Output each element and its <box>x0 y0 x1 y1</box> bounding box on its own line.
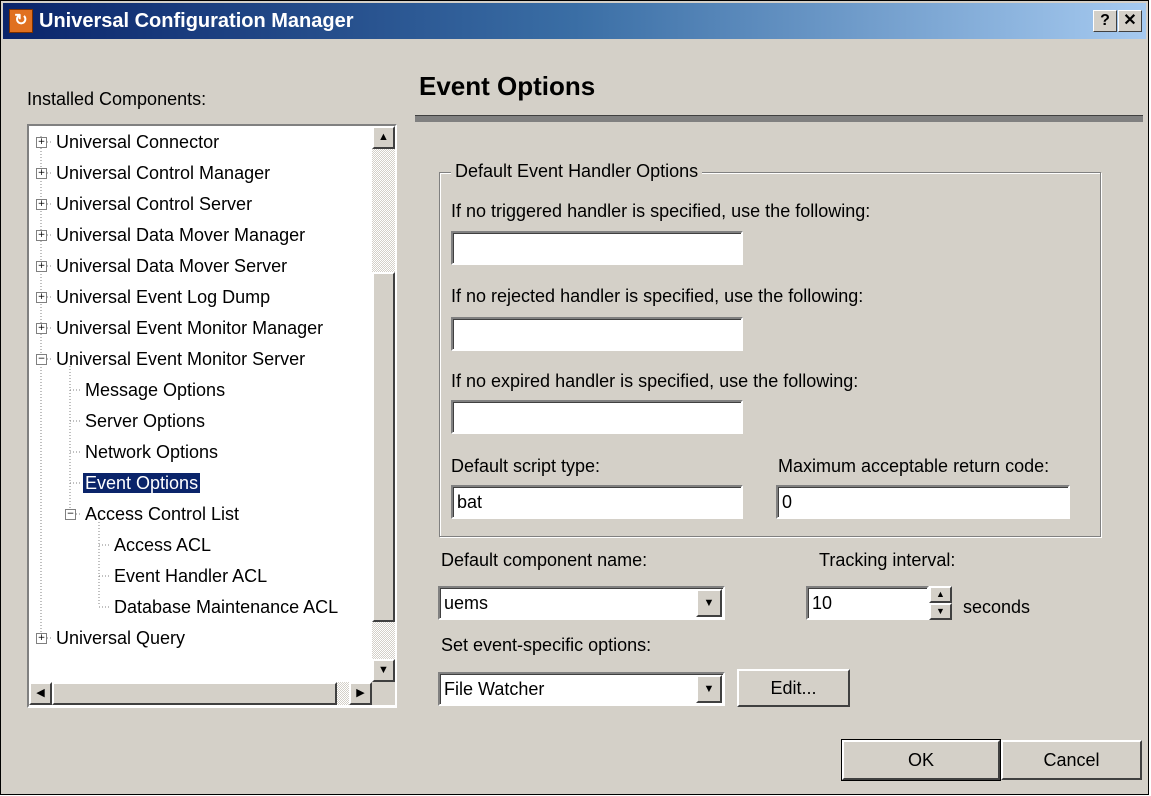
group-title: Default Event Handler Options <box>451 161 703 182</box>
tree-item-label: Universal Data Mover Manager <box>56 225 306 245</box>
tree-item-universal-query[interactable]: Universal Query <box>56 624 185 652</box>
max-return-code-label: Maximum acceptable return code: <box>778 456 1050 476</box>
tracking-interval-input[interactable]: 10 <box>806 586 929 620</box>
scroll-right-icon[interactable]: ▶ <box>349 682 372 705</box>
collapse-icon[interactable]: − <box>36 354 47 365</box>
triggered-handler-label: If no triggered handler is specified, us… <box>451 201 871 221</box>
event-type-select[interactable]: File Watcher ▼ <box>438 672 725 706</box>
horizontal-scrollbar[interactable]: ◀ ▶ <box>29 682 372 705</box>
spin-down-icon[interactable]: ▼ <box>929 603 952 620</box>
expired-handler-input[interactable] <box>451 400 743 434</box>
tree-item-database-maintenance-acl[interactable]: Database Maintenance ACL <box>114 593 338 621</box>
expand-icon[interactable]: + <box>36 323 47 334</box>
expand-icon[interactable]: + <box>36 137 47 148</box>
tree-item-label: Universal Event Monitor Server <box>56 349 306 369</box>
tree-item-label: Universal Connector <box>56 132 220 152</box>
tree-item-network-options[interactable]: Network Options <box>85 438 218 466</box>
expired-handler-label: If no expired handler is specified, use … <box>451 371 859 391</box>
scroll-left-icon[interactable]: ◀ <box>29 682 52 705</box>
title-divider <box>415 115 1143 122</box>
app-icon: ↻ <box>9 9 33 33</box>
cancel-button[interactable]: Cancel <box>1001 740 1142 780</box>
component-tree[interactable]: + Universal Connector + Universal Contro… <box>27 124 397 708</box>
spin-up-icon[interactable]: ▲ <box>929 586 952 603</box>
expand-icon[interactable]: + <box>36 261 47 272</box>
chevron-down-icon[interactable]: ▼ <box>696 589 722 617</box>
script-type-label: Default script type: <box>451 456 601 476</box>
max-return-code-input[interactable]: 0 <box>776 485 1070 519</box>
tree-item-label: Universal Control Server <box>56 194 253 214</box>
tree-item-label: Access ACL <box>114 535 212 555</box>
scroll-down-icon[interactable]: ▼ <box>372 659 395 682</box>
event-type-value: File Watcher <box>444 679 545 699</box>
expand-icon[interactable]: + <box>36 168 47 179</box>
tree-item-universal-control-server[interactable]: Universal Control Server <box>56 190 252 218</box>
window-title: Universal Configuration Manager <box>39 10 354 32</box>
tree-item-universal-data-mover-server[interactable]: Universal Data Mover Server <box>56 252 287 280</box>
scroll-corner <box>372 682 395 705</box>
rejected-handler-label: If no rejected handler is specified, use… <box>451 286 864 306</box>
tree-item-label: Network Options <box>85 442 219 462</box>
rejected-handler-input[interactable] <box>451 317 743 351</box>
tree-item-label: Universal Event Log Dump <box>56 287 271 307</box>
ok-button[interactable]: OK <box>841 739 1001 781</box>
help-button[interactable]: ? <box>1093 10 1117 32</box>
tree-item-label: Event Handler ACL <box>114 566 268 586</box>
tree-item-event-options[interactable]: Event Options <box>83 469 201 497</box>
scroll-thumb[interactable] <box>372 272 395 622</box>
tree-item-label: Database Maintenance ACL <box>114 597 339 617</box>
tree-item-label: Universal Event Monitor Manager <box>56 318 324 338</box>
chevron-down-icon[interactable]: ▼ <box>696 675 722 703</box>
event-specific-label: Set event-specific options: <box>441 635 652 655</box>
vertical-scrollbar[interactable]: ▲ ▼ <box>372 126 395 682</box>
tree-item-universal-data-mover-manager[interactable]: Universal Data Mover Manager <box>56 221 305 249</box>
component-name-value: uems <box>444 593 489 613</box>
collapse-icon[interactable]: − <box>65 509 76 520</box>
component-name-select[interactable]: uems ▼ <box>438 586 725 620</box>
tracking-interval-label: Tracking interval: <box>819 550 956 570</box>
tree-item-universal-event-monitor-server[interactable]: Universal Event Monitor Server <box>56 345 305 373</box>
tree-item-universal-control-manager[interactable]: Universal Control Manager <box>56 159 270 187</box>
tracking-interval-spinner[interactable]: ▲ ▼ <box>929 586 952 620</box>
expand-icon[interactable]: + <box>36 230 47 241</box>
tree-item-access-acl[interactable]: Access ACL <box>114 531 211 559</box>
tree-item-label: Event Options <box>83 473 201 493</box>
tree-item-access-control-list[interactable]: Access Control List <box>85 500 239 528</box>
tree-item-message-options[interactable]: Message Options <box>85 376 225 404</box>
title-bar: ↻ Universal Configuration Manager ? ✕ <box>3 3 1146 39</box>
handler-options-group <box>439 172 1101 537</box>
tracking-unit-label: seconds <box>963 597 1031 617</box>
script-type-input[interactable]: bat <box>451 485 743 519</box>
scroll-up-icon[interactable]: ▲ <box>372 126 395 149</box>
installed-components-label: Installed Components: <box>27 89 207 109</box>
triggered-handler-input[interactable] <box>451 231 743 265</box>
tree-item-label: Universal Data Mover Server <box>56 256 288 276</box>
tree-item-label: Universal Control Manager <box>56 163 271 183</box>
tree-item-event-handler-acl[interactable]: Event Handler ACL <box>114 562 267 590</box>
close-button[interactable]: ✕ <box>1118 10 1142 32</box>
horizontal-scroll-thumb[interactable] <box>52 682 337 705</box>
tree-item-label: Access Control List <box>85 504 240 524</box>
tree-item-universal-connector[interactable]: Universal Connector <box>56 128 219 156</box>
expand-icon[interactable]: + <box>36 292 47 303</box>
tree-content: + Universal Connector + Universal Contro… <box>29 126 374 682</box>
expand-icon[interactable]: + <box>36 633 47 644</box>
tree-item-label: Universal Query <box>56 628 186 648</box>
tree-item-server-options[interactable]: Server Options <box>85 407 205 435</box>
main-window: ↻ Universal Configuration Manager ? ✕ In… <box>0 0 1149 795</box>
expand-icon[interactable]: + <box>36 199 47 210</box>
tree-item-universal-event-log-dump[interactable]: Universal Event Log Dump <box>56 283 270 311</box>
component-name-label: Default component name: <box>441 550 648 570</box>
page-title: Event Options <box>419 71 596 101</box>
tree-item-universal-event-monitor-manager[interactable]: Universal Event Monitor Manager <box>56 314 323 342</box>
edit-button[interactable]: Edit... <box>737 669 850 707</box>
tree-item-label: Message Options <box>85 380 226 400</box>
tree-item-label: Server Options <box>85 411 206 431</box>
